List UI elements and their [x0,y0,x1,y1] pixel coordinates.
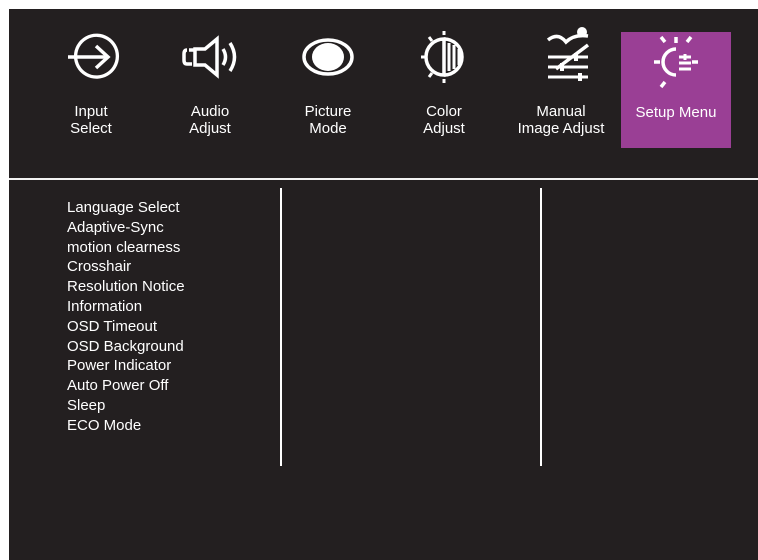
speaker-icon [155,31,265,83]
menu-item-language-select[interactable]: Language Select [67,198,185,218]
tab-picture-mode[interactable]: Picture Mode [273,9,383,149]
tab-audio-adjust[interactable]: Audio Adjust [155,9,265,149]
menu-item-sleep[interactable]: Sleep [67,396,185,416]
manual-image-adjust-icon [506,27,616,83]
header-divider [9,178,758,180]
osd-menu: Input Select Audio Adjust Picture Mode C… [9,9,758,560]
osd-tab-bar: Input Select Audio Adjust Picture Mode C… [9,9,758,178]
menu-item-resolution-notice[interactable]: Resolution Notice [67,277,185,297]
menu-item-osd-timeout[interactable]: OSD Timeout [67,317,185,337]
tab-input-select[interactable]: Input Select [36,9,146,149]
menu-item-adaptive-sync[interactable]: Adaptive-Sync [67,218,185,238]
menu-item-crosshair[interactable]: Crosshair [67,257,185,277]
input-select-icon [36,31,146,83]
setup-menu-list: Language Select Adaptive-Sync motion cle… [67,198,185,436]
tab-color-adjust[interactable]: Color Adjust [389,9,499,149]
column-divider-left [280,188,282,466]
menu-item-osd-background[interactable]: OSD Background [67,337,185,357]
picture-mode-icon [273,31,383,83]
menu-item-eco-mode[interactable]: ECO Mode [67,416,185,436]
menu-item-power-indicator[interactable]: Power Indicator [67,356,185,376]
menu-item-auto-power-off[interactable]: Auto Power Off [67,376,185,396]
column-divider-right [540,188,542,466]
menu-item-motion-clearness[interactable]: motion clearness [67,238,185,258]
color-adjust-icon [389,31,499,83]
tab-manual-image-adjust[interactable]: Manual Image Adjust [506,9,616,149]
menu-item-information[interactable]: Information [67,297,185,317]
tab-setup-menu[interactable]: Setup Menu [621,32,731,148]
setup-sun-icon [621,32,731,89]
